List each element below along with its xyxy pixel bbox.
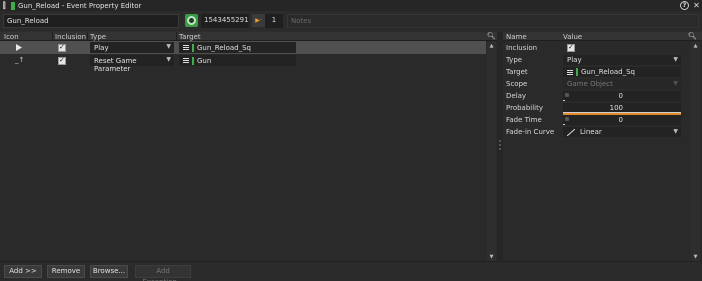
action-row[interactable]: Play ▼ Gun_Reload_Sq <box>0 41 486 54</box>
bottom-toolbar: Add >> Remove Browse... Add Exception... <box>0 261 702 281</box>
help-button[interactable]: ? <box>680 1 689 10</box>
property-target: Target Gun_Reload_Sq <box>503 66 691 78</box>
color-index-value: 1 <box>265 14 283 28</box>
browse-button[interactable]: Browse... <box>90 265 128 278</box>
column-target[interactable]: Target <box>179 33 201 41</box>
inclusion-checkbox[interactable] <box>567 43 575 52</box>
event-icon <box>11 1 15 10</box>
scroll-up-icon[interactable]: ▲ <box>691 42 700 50</box>
delay-slider-bar <box>563 100 565 101</box>
actions-table-header: Icon Inclusion Type Target <box>0 32 497 41</box>
type-dropdown[interactable]: Reset Game Parameter ▼ <box>90 55 174 73</box>
window-title: Gun_Reload - Event Property Editor <box>18 1 142 10</box>
property-delay: Delay 0 <box>503 90 691 102</box>
probability-slider-field[interactable]: 100 <box>563 103 681 115</box>
play-icon <box>16 44 22 51</box>
pin-icon[interactable]: ⫿ <box>3 1 9 10</box>
type-dropdown[interactable]: Play ▼ <box>563 55 681 65</box>
sequence-container-icon <box>576 68 578 76</box>
add-exception-button: Add Exception... <box>135 265 191 281</box>
fade-curve-dropdown[interactable]: Linear ▼ <box>563 127 681 137</box>
sequence-container-icon <box>192 43 194 52</box>
search-icon[interactable]: 🔍︎ <box>688 32 697 41</box>
property-type: Type Play ▼ <box>503 54 691 66</box>
scroll-up-icon[interactable]: ▲ <box>487 42 496 50</box>
column-inclusion[interactable]: Inclusion <box>55 33 86 41</box>
close-button[interactable]: ✕ <box>692 1 701 10</box>
properties-panel: Name Value Inclusion Type Play ▼ Target … <box>503 32 702 261</box>
target-field[interactable]: Gun <box>179 55 296 66</box>
inclusion-checkbox[interactable] <box>58 56 66 65</box>
chevron-down-icon: ▼ <box>673 80 678 87</box>
actions-scrollbar[interactable]: ▲ ▼ <box>487 42 496 261</box>
fade-time-slider-bar <box>563 124 565 125</box>
actions-list: Icon Inclusion Type Target Play ▼ Gun_Re… <box>0 32 497 261</box>
delay-slider-field[interactable]: 0 <box>563 91 681 101</box>
search-icon[interactable]: 🔍︎ <box>487 32 496 41</box>
menu-icon[interactable] <box>183 45 189 50</box>
property-scope: Scope Game Object ▼ <box>503 78 691 90</box>
scroll-down-icon[interactable]: ▼ <box>691 253 700 261</box>
game-parameter-icon <box>192 56 194 65</box>
properties-scrollbar[interactable]: ▲ ▼ <box>691 42 700 261</box>
linear-curve-icon <box>567 128 575 136</box>
chevron-down-icon: ▼ <box>166 56 171 63</box>
title-bar: ⫿ Gun_Reload - Event Property Editor ? ✕ <box>0 0 702 11</box>
slider-handle-icon[interactable] <box>565 117 569 121</box>
column-icon[interactable]: Icon <box>4 33 19 41</box>
target-field[interactable]: Gun_Reload_Sq <box>179 42 296 53</box>
reset-parameter-icon: _↑ <box>15 56 25 64</box>
property-probability: Probability 100 <box>503 102 691 115</box>
properties-header: Name Value <box>503 32 702 41</box>
slider-handle-icon[interactable] <box>565 93 569 97</box>
scope-dropdown: Game Object ▼ <box>563 79 681 89</box>
target-field[interactable]: Gun_Reload_Sq <box>563 67 681 77</box>
column-type[interactable]: Type <box>90 33 106 41</box>
chevron-down-icon: ▼ <box>166 43 171 50</box>
column-name[interactable]: Name <box>506 33 527 41</box>
event-name-field[interactable]: Gun_Reload <box>3 14 179 28</box>
property-inclusion: Inclusion <box>503 42 691 54</box>
fade-time-slider-field[interactable]: 0 <box>563 115 681 125</box>
chevron-down-icon: ▼ <box>673 128 678 135</box>
color-picker-icon[interactable]: ▶· <box>252 14 265 27</box>
notes-field[interactable]: Notes <box>287 14 699 28</box>
object-id-icon[interactable] <box>185 14 198 27</box>
add-button[interactable]: Add >> <box>4 265 42 278</box>
remove-button[interactable]: Remove <box>47 265 85 278</box>
column-value[interactable]: Value <box>563 33 582 41</box>
scroll-down-icon[interactable]: ▼ <box>487 253 496 261</box>
action-row[interactable]: _↑ Reset Game Parameter ▼ Gun <box>0 54 486 73</box>
object-id-value: 1543455291 <box>201 14 249 28</box>
chevron-down-icon: ▼ <box>673 56 678 63</box>
menu-icon[interactable] <box>567 69 573 75</box>
type-dropdown[interactable]: Play ▼ <box>90 42 174 53</box>
property-fade-curve: Fade-in Curve Linear ▼ <box>503 126 691 138</box>
property-fade-time: Fade Time 0 <box>503 114 691 126</box>
inclusion-checkbox[interactable] <box>58 43 66 52</box>
menu-icon[interactable] <box>183 58 189 63</box>
